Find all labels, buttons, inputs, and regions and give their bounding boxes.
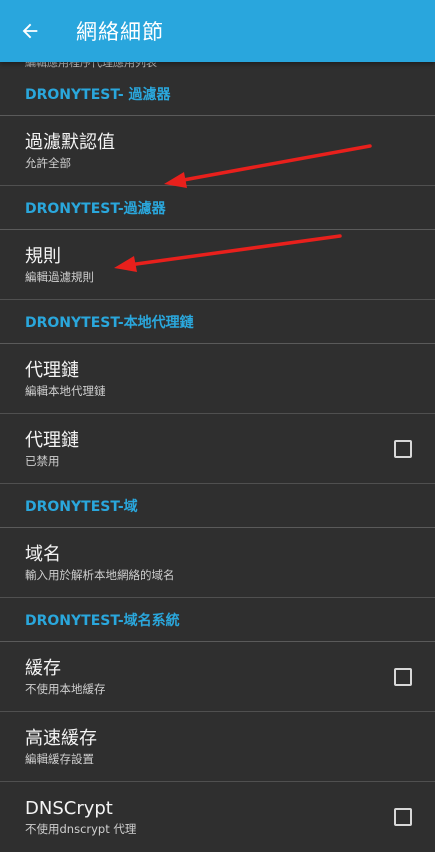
item-subtitle: 編輯緩存設置 [25, 751, 94, 766]
item-title: 代理鏈 [25, 359, 79, 381]
item-title: 規則 [25, 245, 61, 267]
dnscrypt-item[interactable]: DNSCrypt 不使用dnscrypt 代理 [0, 782, 435, 852]
item-title: 高速緩存 [25, 727, 97, 749]
arrow-back-icon [22, 23, 38, 39]
item-subtitle: 已禁用 [25, 453, 60, 468]
item-title: 代理鏈 [25, 429, 79, 451]
item-title: 過濾默認值 [25, 131, 115, 153]
page-title: 網絡細節 [76, 20, 164, 44]
item-title: 緩存 [25, 657, 61, 679]
clipped-subtitle: 編輯應用程序代理應用列表 [25, 62, 157, 69]
section-header-filter-rules: DRONYTEST-過濾器 [0, 186, 435, 230]
item-title: DNSCrypt [25, 798, 113, 819]
rules-item[interactable]: 規則 編輯過濾規則 [0, 230, 435, 300]
proxy-chain-toggle-item[interactable]: 代理鏈 已禁用 [0, 414, 435, 484]
back-button[interactable] [2, 0, 58, 62]
item-subtitle: 編輯本地代理鏈 [25, 383, 106, 398]
item-subtitle: 編輯過濾規則 [25, 269, 94, 284]
section-header-dns: DRONYTEST-域名系統 [0, 598, 435, 642]
item-subtitle: 輸入用於解析本地網絡的域名 [25, 567, 175, 582]
item-title: 域名 [25, 543, 61, 565]
item-subtitle: 允許全部 [25, 155, 71, 170]
item-subtitle: 不使用本地緩存 [25, 681, 106, 696]
proxy-chain-edit-item[interactable]: 代理鏈 編輯本地代理鏈 [0, 344, 435, 414]
domain-name-item[interactable]: 域名 輸入用於解析本地網絡的域名 [0, 528, 435, 598]
settings-list: DRONYTEST- 過濾器 過濾默認值 允許全部 DRONYTEST-過濾器 … [0, 72, 435, 852]
section-header-filter: DRONYTEST- 過濾器 [0, 72, 435, 116]
clipped-previous-item: 編輯應用程序代理應用列表 [0, 62, 435, 72]
proxy-chain-checkbox[interactable] [394, 439, 412, 458]
app-bar: 網絡細節 [0, 0, 435, 62]
cache-item[interactable]: 緩存 不使用本地緩存 [0, 642, 435, 712]
cache-checkbox[interactable] [394, 667, 412, 686]
high-speed-cache-item[interactable]: 高速緩存 編輯緩存設置 [0, 712, 435, 782]
section-header-domain: DRONYTEST-域 [0, 484, 435, 528]
item-subtitle: 不使用dnscrypt 代理 [25, 822, 137, 836]
section-header-proxy-chain: DRONYTEST-本地代理鏈 [0, 300, 435, 344]
dnscrypt-checkbox[interactable] [394, 808, 412, 826]
filter-default-item[interactable]: 過濾默認值 允許全部 [0, 116, 435, 186]
